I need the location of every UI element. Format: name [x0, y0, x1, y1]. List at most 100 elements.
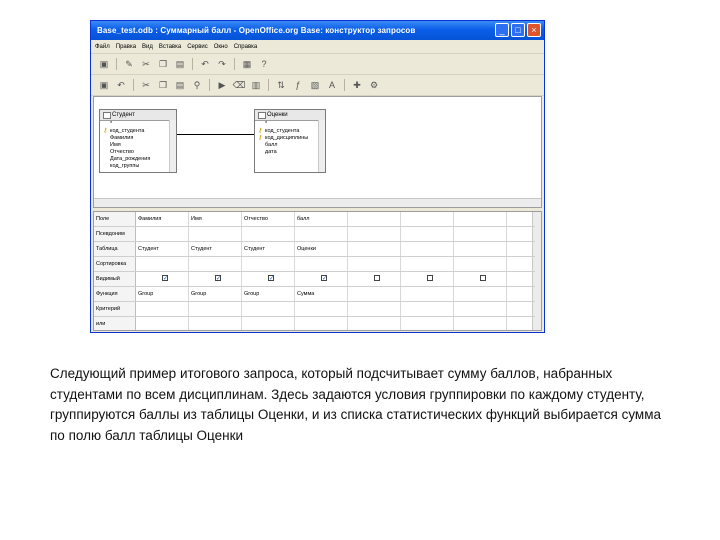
grid-cell[interactable]: Фамилия [136, 212, 189, 226]
grid-cell[interactable]: ✓ [189, 272, 242, 286]
grid-cell[interactable] [454, 302, 507, 316]
grid-cell[interactable] [242, 227, 295, 241]
grid-cell[interactable] [454, 317, 507, 330]
clear-icon[interactable]: ⌫ [232, 78, 246, 92]
paste-icon[interactable]: ▤ [173, 57, 187, 71]
grid-cell[interactable] [242, 317, 295, 330]
grid-cell[interactable]: ✓ [242, 272, 295, 286]
grid-cell[interactable] [454, 227, 507, 241]
grid-cell[interactable] [348, 227, 401, 241]
grid-cell[interactable] [348, 302, 401, 316]
visible-checkbox[interactable]: ✓ [268, 275, 274, 282]
grid-cell[interactable] [348, 317, 401, 330]
help-icon[interactable]: ? [257, 57, 271, 71]
table-box-title[interactable]: Студент [100, 110, 176, 121]
grid-cell[interactable] [348, 242, 401, 256]
cut-icon[interactable]: ✂ [139, 57, 153, 71]
grid-cell[interactable]: Студент [242, 242, 295, 256]
table-box-title[interactable]: Оценки [255, 110, 325, 121]
grid-cell[interactable] [295, 317, 348, 330]
table-field[interactable]: ⚷ код_дисциплины [255, 135, 325, 142]
visible-checkbox[interactable]: ✓ [162, 275, 168, 282]
menu-view[interactable]: Вид [142, 44, 153, 50]
save-icon[interactable]: ▣ [97, 78, 111, 92]
table-box-scrollbar[interactable] [318, 120, 325, 172]
undo-icon[interactable]: ↶ [114, 78, 128, 92]
grid-cell[interactable] [348, 212, 401, 226]
add-table-icon[interactable]: ✚ [350, 78, 364, 92]
grid-cell[interactable] [136, 227, 189, 241]
grid-cell[interactable] [348, 287, 401, 301]
table-field[interactable]: Фамилия [100, 135, 176, 142]
form-icon[interactable]: ▦ [240, 57, 254, 71]
undo-icon[interactable]: ↶ [198, 57, 212, 71]
maximize-button[interactable]: □ [511, 23, 525, 37]
grid-cell[interactable]: Group [242, 287, 295, 301]
sort-icon[interactable]: ⇅ [274, 78, 288, 92]
design-view-icon[interactable]: ▥ [249, 78, 263, 92]
table-field[interactable]: балл [255, 142, 325, 149]
grid-cell[interactable] [454, 212, 507, 226]
table-box-grades[interactable]: Оценки * ⚷ код_студента ⚷ код_дисциплины б… [254, 109, 326, 173]
menu-help[interactable]: Справка [234, 44, 258, 50]
function-icon[interactable]: ƒ [291, 78, 305, 92]
redo-icon[interactable]: ↷ [215, 57, 229, 71]
grid-cell[interactable] [189, 227, 242, 241]
edit-icon[interactable]: ✎ [122, 57, 136, 71]
grid-cell[interactable]: ✓ [295, 272, 348, 286]
grid-cell[interactable] [454, 272, 507, 286]
menu-edit[interactable]: Правка [116, 44, 136, 50]
grid-cell[interactable] [348, 257, 401, 271]
run-query-icon[interactable]: ▶ [215, 78, 229, 92]
grid-cell[interactable] [454, 257, 507, 271]
find-icon[interactable]: ⚲ [190, 78, 204, 92]
grid-cell[interactable]: Отчество [242, 212, 295, 226]
menu-insert[interactable]: Вставка [159, 44, 181, 50]
table-field[interactable]: * [255, 121, 325, 128]
grid-cell[interactable] [401, 317, 454, 330]
table-box-scrollbar[interactable] [169, 120, 176, 172]
grid-cell[interactable] [189, 257, 242, 271]
grid-cell[interactable] [136, 257, 189, 271]
grid-cell[interactable] [295, 257, 348, 271]
grid-cell[interactable]: Студент [136, 242, 189, 256]
paste-icon[interactable]: ▤ [173, 78, 187, 92]
grid-cell[interactable] [295, 227, 348, 241]
grid-cell[interactable]: Сумма [295, 287, 348, 301]
grid-cell[interactable] [242, 257, 295, 271]
grid-cell[interactable] [136, 302, 189, 316]
grid-cell[interactable] [401, 287, 454, 301]
visible-checkbox[interactable] [427, 275, 433, 281]
grid-cell[interactable]: ✓ [136, 272, 189, 286]
menu-window[interactable]: Окно [214, 44, 228, 50]
grid-cell[interactable] [454, 242, 507, 256]
grid-cell[interactable] [242, 302, 295, 316]
grid-cell[interactable] [136, 317, 189, 330]
grid-cell[interactable] [189, 302, 242, 316]
cut-icon[interactable]: ✂ [139, 78, 153, 92]
visible-checkbox[interactable]: ✓ [215, 275, 221, 282]
grid-cell[interactable] [401, 242, 454, 256]
grid-cell[interactable]: Студент [189, 242, 242, 256]
save-icon[interactable]: ▣ [97, 57, 111, 71]
relation-line[interactable] [177, 134, 259, 135]
copy-icon[interactable]: ❐ [156, 78, 170, 92]
grid-cell[interactable] [348, 272, 401, 286]
visible-checkbox[interactable] [480, 275, 486, 281]
grid-cell[interactable]: Group [189, 287, 242, 301]
design-horizontal-scrollbar[interactable] [94, 198, 541, 207]
grid-cell[interactable] [189, 317, 242, 330]
menu-file[interactable]: Файл [95, 44, 110, 50]
grid-cell[interactable]: Имя [189, 212, 242, 226]
minimize-button[interactable]: _ [495, 23, 509, 37]
grid-cell[interactable]: балл [295, 212, 348, 226]
table-field[interactable]: дата [255, 149, 325, 156]
close-button[interactable]: × [527, 23, 541, 37]
table-field[interactable]: код_группы [100, 163, 176, 170]
copy-icon[interactable]: ❐ [156, 57, 170, 71]
grid-cell[interactable]: Group [136, 287, 189, 301]
table-box-student[interactable]: Студент * ⚷ код_студента Фамилия Имя Отче… [99, 109, 177, 173]
grid-cell[interactable] [401, 302, 454, 316]
table-field[interactable]: Отчество [100, 149, 176, 156]
table-field[interactable]: ⚷ код_студента [255, 128, 325, 135]
